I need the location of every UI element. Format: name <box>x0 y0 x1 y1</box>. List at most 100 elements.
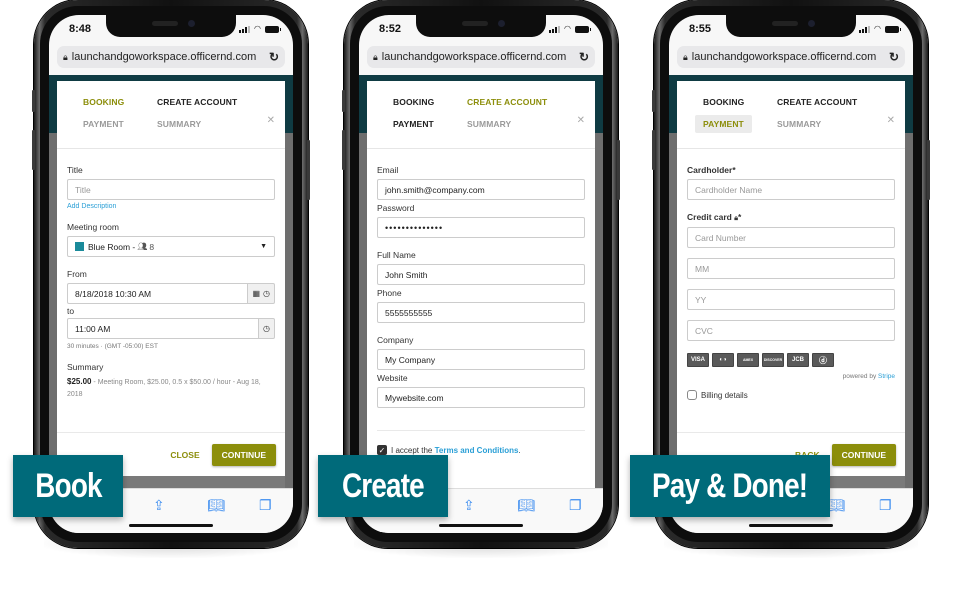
to-time-input[interactable]: 11:00 AM <box>67 318 260 339</box>
full-name-label: Full Name <box>377 250 416 260</box>
meeting-room-select[interactable]: Blue Room - 👥︎ 8 ▼ <box>67 236 275 257</box>
add-description-link[interactable]: Add Description <box>67 203 275 210</box>
tab-summary[interactable]: SUMMARY <box>459 115 519 133</box>
reload-icon[interactable]: ↻ <box>889 50 899 64</box>
tab-create-account[interactable]: CREATE ACCOUNT <box>769 93 865 111</box>
close-icon[interactable]: ✕ <box>267 115 275 126</box>
address-bar[interactable]: 🔒︎ launchandgoworkspace.officernd.com ↻ <box>367 46 595 68</box>
bookmarks-icon[interactable]: 📖︎ <box>517 497 535 514</box>
bookmarks-icon[interactable]: 📖︎ <box>207 497 225 514</box>
home-indicator[interactable] <box>749 524 833 527</box>
password-input[interactable]: •••••••••••••• <box>377 217 585 238</box>
power-button <box>927 140 930 200</box>
to-label: to <box>67 306 75 316</box>
company-label: Company <box>377 335 414 345</box>
company-input[interactable]: My Company <box>377 349 585 370</box>
mute-switch <box>342 90 345 112</box>
stripe-link[interactable]: Stripe <box>878 373 895 380</box>
volume-up-button <box>342 130 345 170</box>
tab-payment[interactable]: PAYMENT <box>385 115 442 133</box>
billing-details-checkbox[interactable] <box>687 390 697 400</box>
status-time: 8:48 <box>69 23 92 35</box>
terms-suffix: . <box>518 445 521 455</box>
tab-summary[interactable]: SUMMARY <box>149 115 209 133</box>
home-indicator[interactable] <box>439 524 523 527</box>
step-tabs: BOOKING CREATE ACCOUNT PAYMENT SUMMARY ✕ <box>677 81 905 149</box>
full-name-input[interactable]: John Smith <box>377 264 585 285</box>
booking-modal: BOOKING CREATE ACCOUNT PAYMENT SUMMARY ✕… <box>57 81 285 476</box>
expiry-month-input[interactable]: MM <box>687 258 895 279</box>
close-button[interactable]: CLOSE <box>170 450 199 460</box>
card-brands: VISA ◐◑ AMEX DISCOVER JCB ⓓ <box>687 353 895 367</box>
summary-text: $25.00 - Meeting Room, $25.00, 0.5 x $50… <box>67 376 275 401</box>
tab-create-account[interactable]: CREATE ACCOUNT <box>149 93 245 111</box>
tab-payment[interactable]: PAYMENT <box>695 115 752 133</box>
cardholder-input[interactable]: Cardholder Name <box>687 179 895 200</box>
volume-up-button <box>652 130 655 170</box>
signal-icon <box>549 25 561 33</box>
website-input[interactable]: Mywebsite.com <box>377 387 585 408</box>
jcb-icon: JCB <box>787 353 809 367</box>
address-bar[interactable]: 🔒︎ launchandgoworkspace.officernd.com ↻ <box>677 46 905 68</box>
tab-summary[interactable]: SUMMARY <box>769 115 829 133</box>
share-icon[interactable]: ⇪ <box>153 497 165 514</box>
terms-link[interactable]: Terms and Conditions <box>435 446 519 455</box>
status-time: 8:55 <box>689 23 712 35</box>
reload-icon[interactable]: ↻ <box>269 50 279 64</box>
home-indicator[interactable] <box>129 524 213 527</box>
tabs-icon[interactable]: ❐ <box>879 497 892 514</box>
step-label-pay-done: Pay & Done! <box>630 455 830 517</box>
tab-payment[interactable]: PAYMENT <box>75 115 132 133</box>
url-text: launchandgoworkspace.officernd.com <box>691 51 877 63</box>
close-icon[interactable]: ✕ <box>577 115 585 126</box>
email-label: Email <box>377 165 399 175</box>
powered-by-stripe: powered by Stripe <box>687 373 895 380</box>
tab-booking[interactable]: BOOKING <box>75 93 132 111</box>
terms-checkbox[interactable]: ✓ <box>377 445 387 455</box>
share-icon[interactable]: ⇪ <box>463 497 475 514</box>
lock-icon: 🔒︎ <box>63 51 68 62</box>
tabs-icon[interactable]: ❐ <box>569 497 582 514</box>
notch <box>106 15 236 37</box>
amex-icon: AMEX <box>737 353 759 367</box>
tab-booking[interactable]: BOOKING <box>695 93 752 111</box>
summary-price: $25.00 <box>67 377 92 386</box>
close-icon[interactable]: ✕ <box>887 115 895 126</box>
from-datetime-input[interactable]: 8/18/2018 10:30 AM <box>67 283 249 304</box>
signal-icon <box>239 25 251 33</box>
summary-label: Summary <box>67 362 104 372</box>
clock-icon[interactable]: ◷ <box>263 289 270 298</box>
address-bar[interactable]: 🔒︎ launchandgoworkspace.officernd.com ↻ <box>57 46 285 68</box>
title-label: Title <box>67 165 83 175</box>
summary-detail: - Meeting Room, $25.00, 0.5 x $50.00 / h… <box>67 379 261 398</box>
card-number-input[interactable]: Card Number <box>687 227 895 248</box>
cardholder-label: Cardholder* <box>687 165 736 175</box>
tab-booking[interactable]: BOOKING <box>385 93 442 111</box>
clock-icon[interactable]: ◷ <box>263 324 270 333</box>
meeting-room-capacity: 8 <box>149 241 155 252</box>
volume-up-button <box>32 130 35 170</box>
people-icon: 👥︎ <box>137 242 148 251</box>
cvc-input[interactable]: CVC <box>687 320 895 341</box>
web-page: BOOKING CREATE ACCOUNT PAYMENT SUMMARY ✕… <box>49 75 293 488</box>
tab-create-account[interactable]: CREATE ACCOUNT <box>459 93 555 111</box>
notch <box>416 15 546 37</box>
email-input[interactable]: john.smith@company.com <box>377 179 585 200</box>
tabs-icon[interactable]: ❐ <box>259 497 272 514</box>
chevron-down-icon: ▼ <box>260 243 267 250</box>
expiry-year-input[interactable]: YY <box>687 289 895 310</box>
continue-button[interactable]: CONTINUE <box>211 443 276 466</box>
terms-row: ✓ I accept the Terms and Conditions. <box>377 430 585 455</box>
calendar-icon[interactable]: ▦ <box>252 289 260 298</box>
phone-input[interactable]: 5555555555 <box>377 302 585 323</box>
terms-prefix: I accept the <box>391 445 435 455</box>
website-label: Website <box>377 373 408 383</box>
mastercard-icon: ◐◑ <box>712 353 734 367</box>
phone-label: Phone <box>377 288 402 298</box>
reload-icon[interactable]: ↻ <box>579 50 589 64</box>
title-input[interactable]: Title <box>67 179 275 200</box>
lock-icon: 🔒︎ <box>683 51 688 62</box>
room-color-swatch <box>75 242 84 251</box>
continue-button[interactable]: CONTINUE <box>831 443 896 466</box>
discover-icon: DISCOVER <box>762 353 784 367</box>
